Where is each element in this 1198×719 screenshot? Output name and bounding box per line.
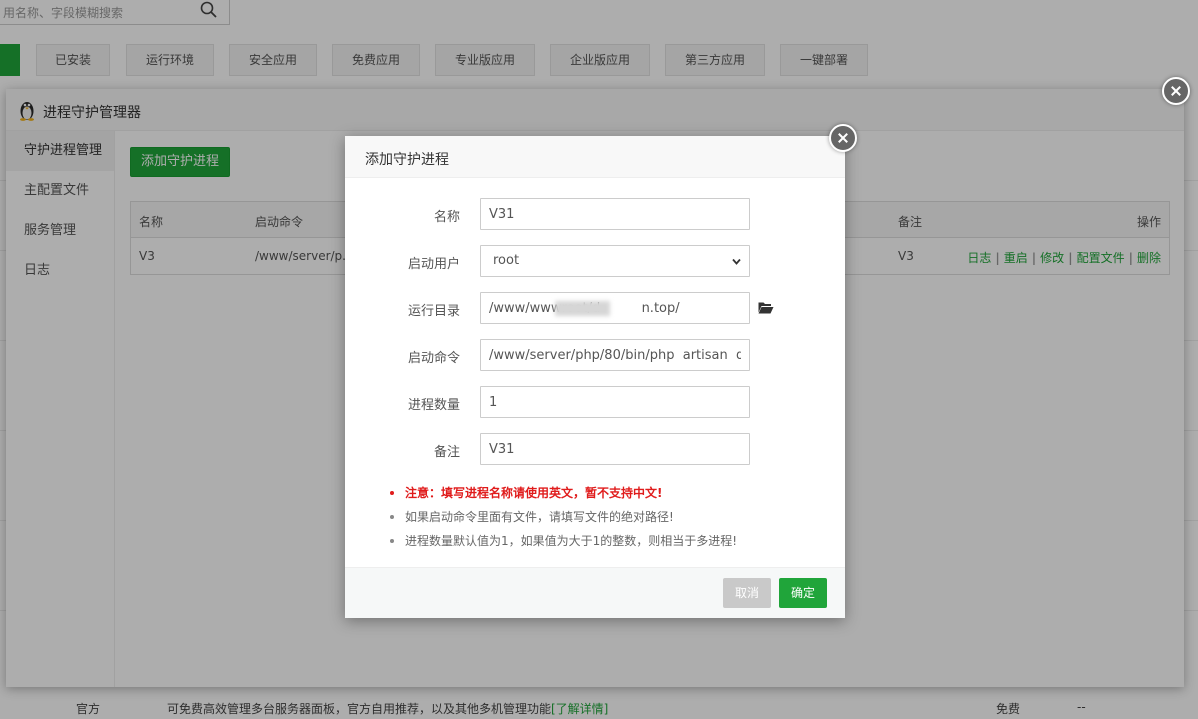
user-row: 启动用户 root [345, 245, 845, 277]
add-daemon-dialog: 添加守护进程 名称 启动用户 root 运行目录 启动命令 进程数量 备注 [345, 136, 845, 618]
command-input[interactable] [480, 339, 750, 371]
cancel-button[interactable]: 取消 [723, 578, 771, 608]
remark-input[interactable] [480, 433, 750, 465]
name-input[interactable] [480, 198, 750, 230]
command-row: 启动命令 [345, 339, 845, 371]
command-label: 启动命令 [407, 351, 460, 366]
count-label: 进程数量 [407, 398, 460, 413]
close-manager-button[interactable] [1162, 77, 1190, 105]
confirm-button[interactable]: 确定 [779, 578, 827, 608]
user-select-value: root [493, 253, 520, 268]
tip-process-count: 进程数量默认值为1，如果值为大于1的整数，则相当于多进程! [387, 533, 827, 557]
dir-row: 运行目录 [345, 292, 845, 324]
count-row: 进程数量 [345, 386, 845, 418]
folder-open-icon[interactable] [758, 301, 774, 314]
user-label: 启动用户 [407, 257, 460, 272]
count-input[interactable] [480, 386, 750, 418]
dialog-header: 添加守护进程 [345, 136, 845, 178]
dialog-footer: 取消 确定 [345, 567, 845, 618]
dir-input[interactable] [480, 292, 750, 324]
tip-warning: 注意：填写进程名称请使用英文，暂不支持中文! [387, 485, 827, 509]
tips-list: 注意：填写进程名称请使用英文，暂不支持中文! 如果启动命令里面有文件，请填写文件… [387, 485, 827, 557]
dialog-title: 添加守护进程 [365, 152, 449, 168]
redacted-text [555, 301, 610, 316]
tip-absolute-path: 如果启动命令里面有文件，请填写文件的绝对路径! [387, 509, 827, 533]
name-row: 名称 [345, 198, 845, 230]
name-label: 名称 [433, 210, 460, 225]
dir-label: 运行目录 [407, 304, 460, 319]
chevron-down-icon [732, 258, 741, 265]
user-select[interactable]: root [480, 245, 750, 277]
remark-row: 备注 [345, 433, 845, 465]
close-dialog-button[interactable] [829, 124, 857, 152]
remark-label: 备注 [433, 445, 460, 460]
